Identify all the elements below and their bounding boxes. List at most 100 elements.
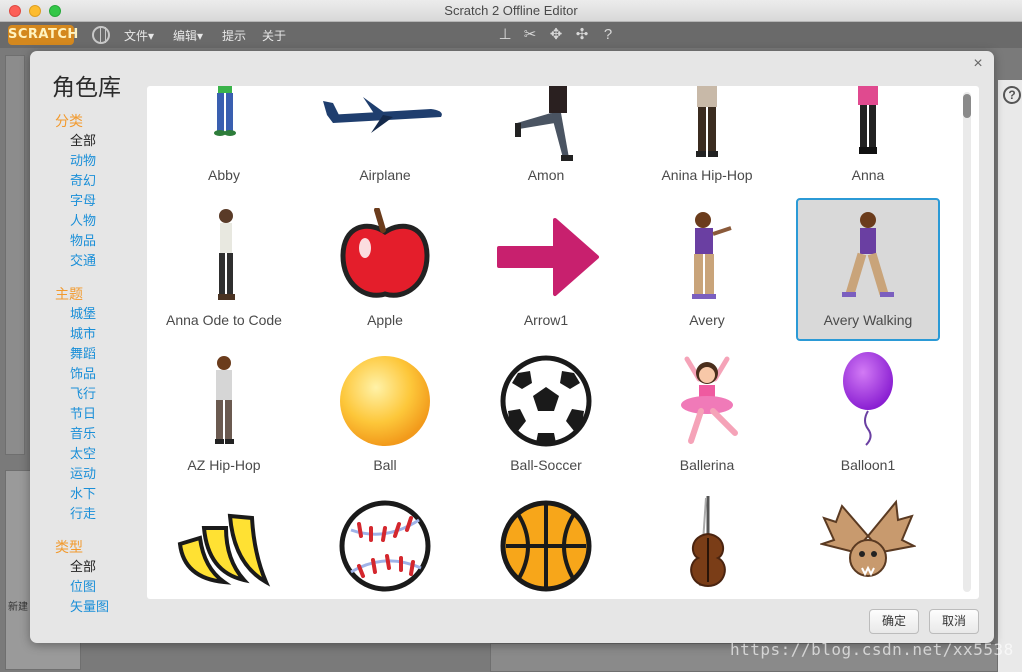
confirm-button[interactable]: 确定 [869,609,919,634]
sprite-item-anna[interactable]: Anna [796,86,940,196]
category-people[interactable]: 人物 [55,211,145,231]
new-sprite-label: 新建 [8,602,28,613]
sprite-item-anina-hip-hop[interactable]: Anina Hip-Hop [635,86,779,196]
scratch-menubar: SCRATCH 文件▾ 编辑▾ 提示 关于 ⊥ ✂ ✥ ✣ ? [0,22,1022,48]
sprite-item-cello[interactable] [635,488,779,599]
sprite-label: Abby [208,167,240,183]
soccer-ball-icon [474,343,618,453]
sprite-item-airplane[interactable]: Airplane [313,86,457,196]
bananas-icon [152,488,296,598]
filter-sidebar: 分类 全部 动物 奇幻 字母 人物 物品 交通 主题 城堡 城市 舞蹈 饰品 飞… [55,111,145,617]
sprite-item-balloon1[interactable]: Balloon1 [796,343,940,486]
sprite-item-az-hip-hop[interactable]: AZ Hip-Hop [152,343,296,486]
close-icon[interactable]: × [970,56,986,72]
sprite-item-anna-ode-to-code[interactable]: Anna Ode to Code [152,198,296,341]
scratch-logo[interactable]: SCRATCH [8,25,78,45]
sprite-item-ball-soccer[interactable]: Ball-Soccer [474,343,618,486]
sprite-label: Anna [851,167,885,183]
balloon-icon [796,343,940,453]
ballerina-icon [635,343,779,453]
airplane-icon [313,86,457,163]
window-title: Scratch 2 Offline Editor [444,3,578,18]
theme-castle[interactable]: 城堡 [55,304,145,324]
az-hip-hop-icon [152,343,296,453]
theme-dress-up[interactable]: 饰品 [55,364,145,384]
theme-sports[interactable]: 运动 [55,464,145,484]
sprite-item-arrow1[interactable]: Arrow1 [474,198,618,341]
sprite-label: Amon [527,167,565,183]
sprite-item-abby[interactable]: Abby [152,86,296,196]
sprite-item-bat[interactable] [796,488,940,599]
sprite-label: Arrow1 [523,312,569,328]
category-animals[interactable]: 动物 [55,151,145,171]
theme-space[interactable]: 太空 [55,444,145,464]
sprite-label: Apple [367,312,403,328]
sprite-label: Avery [689,312,725,328]
menu-about[interactable]: 关于 [262,27,286,44]
sprite-label: Avery Walking [823,312,913,328]
help-circle-icon[interactable]: ? [1003,86,1021,104]
avery-icon [635,198,779,308]
category-things[interactable]: 物品 [55,231,145,251]
category-fantasy[interactable]: 奇幻 [55,171,145,191]
baseball-icon [313,488,457,598]
type-bitmap[interactable]: 位图 [55,577,145,597]
help-icon[interactable]: ? [599,26,617,44]
theme-underwater[interactable]: 水下 [55,484,145,504]
sprite-label: Ball-Soccer [510,457,582,473]
window-titlebar: Scratch 2 Offline Editor [0,0,1022,22]
grow-icon[interactable]: ✥ [547,26,565,44]
anna-icon [796,86,940,163]
theme-music[interactable]: 音乐 [55,424,145,444]
grid-scrollbar-thumb[interactable] [963,94,971,118]
theme-dance[interactable]: 舞蹈 [55,344,145,364]
stage-panel [5,55,25,455]
sprite-item-avery-walking[interactable]: Avery Walking [796,198,940,341]
arrow-icon [474,198,618,308]
type-all[interactable]: 全部 [55,557,145,577]
type-vector[interactable]: 矢量图 [55,597,145,617]
apple-icon [313,198,457,308]
type-heading: 类型 [55,539,83,555]
dialog-title: 角色库 [52,74,121,100]
sprite-item-apple[interactable]: Apple [313,198,457,341]
sprite-item-avery[interactable]: Avery [635,198,779,341]
grid-scrollbar-track[interactable] [963,92,971,592]
menu-tips[interactable]: 提示 [222,27,246,44]
anina-hip-hop-icon [635,86,779,163]
cancel-button[interactable]: 取消 [929,609,979,634]
bat-icon [796,488,940,598]
sprite-item-bananas[interactable] [152,488,296,599]
theme-heading: 主题 [55,286,83,302]
category-letters[interactable]: 字母 [55,191,145,211]
globe-icon[interactable] [92,26,110,44]
avery-walking-icon [798,200,938,310]
theme-flying[interactable]: 飞行 [55,384,145,404]
ball-icon [313,343,457,453]
sprite-library-dialog: 角色库 × 分类 全部 动物 奇幻 字母 人物 物品 交通 主题 城堡 城市 舞… [30,51,994,643]
sprite-item-basketball[interactable] [474,488,618,599]
sprite-label: Anina Hip-Hop [661,167,753,183]
shrink-icon[interactable]: ✣ [573,26,591,44]
sprite-grid[interactable]: Abby Airplane Amon Anina Hip-Hop Anna An… [147,86,979,599]
cut-scissors-icon[interactable]: ✂ [521,26,539,44]
theme-city[interactable]: 城市 [55,324,145,344]
category-transport[interactable]: 交通 [55,251,145,271]
abby-icon [152,86,296,163]
sprite-item-ball[interactable]: Ball [313,343,457,486]
amon-icon [474,86,618,163]
theme-holiday[interactable]: 节日 [55,404,145,424]
category-heading: 分类 [55,113,83,129]
watermark-text: https://blog.csdn.net/xx5538 [730,640,1014,659]
menu-file[interactable]: 文件▾ [124,27,154,44]
sprite-label: Airplane [359,167,411,183]
category-all[interactable]: 全部 [55,131,145,151]
sprite-item-amon[interactable]: Amon [474,86,618,196]
sprite-item-baseball[interactable] [313,488,457,599]
menu-edit[interactable]: 编辑▾ [173,27,203,44]
sprite-label: Ball [373,457,397,473]
duplicate-stamp-icon[interactable]: ⊥ [496,26,514,44]
sprite-label: Ballerina [679,457,735,473]
sprite-item-ballerina[interactable]: Ballerina [635,343,779,486]
theme-walking[interactable]: 行走 [55,504,145,524]
